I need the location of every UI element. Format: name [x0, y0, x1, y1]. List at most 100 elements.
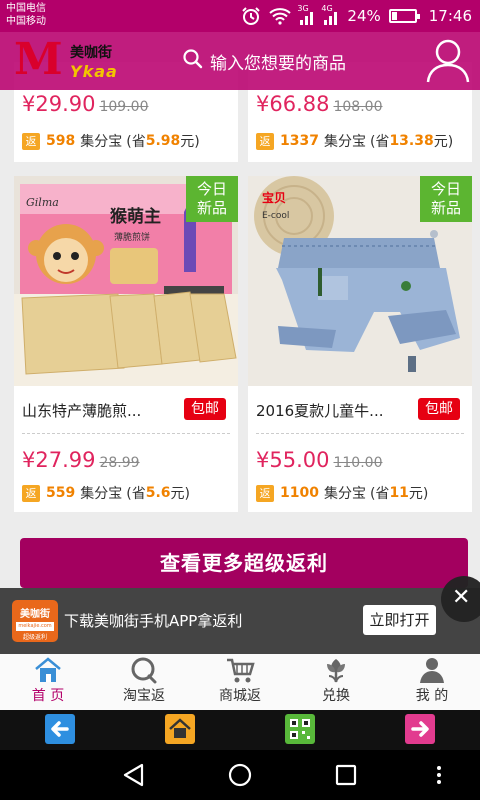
person-icon — [420, 658, 444, 683]
rebate-unit: 集分宝 — [323, 134, 366, 150]
app-logo-tag: 超级返利 — [22, 634, 47, 641]
tab-label: 商城返 — [219, 688, 261, 704]
qr-code-button[interactable] — [285, 714, 315, 744]
save-amount: 11 — [389, 485, 409, 501]
user-icon — [426, 39, 470, 83]
save-prefix: (省 — [126, 134, 146, 150]
tab-mall-rebate[interactable]: 商城返 — [192, 654, 288, 710]
app-logo: 美咖街 meikajie.com 超级返利 — [12, 600, 58, 642]
product-image: 宝贝 E-cool 今日 新品 — [248, 176, 472, 386]
svg-text:猴萌主: 猴萌主 — [110, 206, 161, 227]
rebate-points: 1337 — [280, 133, 319, 149]
left-arrow-icon — [51, 721, 69, 737]
tab-label: 兑换 — [322, 688, 350, 704]
menu-dots-icon[interactable] — [432, 762, 446, 788]
save-prefix: (省 — [369, 134, 390, 150]
rebate-badge: 返 — [256, 484, 274, 502]
app-logo-name: 美咖街 — [20, 609, 50, 620]
view-more-rebates-button[interactable]: 查看更多超级返利 — [20, 538, 468, 588]
save-amount: 5.98 — [145, 133, 181, 149]
rebate-points: 1100 — [280, 485, 319, 501]
rebate-unit: 集分宝 — [80, 134, 123, 150]
logo-letter: M — [14, 34, 63, 85]
logo[interactable]: M 美咖街 Ykaa — [14, 34, 134, 86]
save-amount: 5.6 — [145, 485, 171, 501]
flower-icon — [327, 659, 345, 683]
close-banner-button[interactable]: ✕ — [441, 576, 480, 622]
rebate-unit: 集分宝 — [323, 486, 366, 502]
open-app-button[interactable]: 立即打开 — [363, 605, 436, 635]
right-arrow-icon — [411, 721, 429, 737]
svg-text:E-cool: E-cool — [262, 211, 289, 221]
divider — [256, 433, 464, 434]
tab-home[interactable]: 首 页 — [0, 654, 96, 710]
home-circle-icon[interactable] — [226, 762, 254, 788]
wifi-icon — [269, 7, 292, 25]
tab-label: 淘宝返 — [123, 688, 165, 704]
product-card[interactable]: Gilma 猴萌主 薄脆煎饼 今日 新品 山东特产薄脆煎... 包邮 ¥27.9… — [14, 176, 238, 512]
new-product-badge: 今日 新品 — [186, 176, 238, 222]
search-placeholder: 输入您想要的商品 — [210, 53, 346, 74]
product-card[interactable]: 宝贝 E-cool 今日 新品 2016夏款儿童牛... 包邮 ¥55.00 11… — [248, 176, 472, 512]
screen: 中国电信 中国移动 3G 4G 24% 17:46 ¥29.90109.00 — [0, 0, 480, 800]
signal-1-icon: 3G — [297, 4, 315, 25]
status-icons: 3G 4G 24% 17:46 — [241, 4, 472, 27]
product-image: Gilma 猴萌主 薄脆煎饼 今日 新品 — [14, 176, 238, 386]
qr-code-icon — [290, 719, 310, 739]
save-prefix: (省 — [126, 486, 146, 502]
divider — [22, 433, 230, 434]
cart-icon — [227, 658, 255, 683]
save-suffix: 元) — [170, 486, 190, 502]
back-arrow-button[interactable] — [45, 714, 75, 744]
search-icon — [182, 48, 204, 74]
tab-mine[interactable]: 我 的 — [384, 654, 480, 710]
carrier-2: 中国移动 — [6, 16, 46, 27]
clock: 17:46 — [428, 7, 472, 25]
recents-square-icon[interactable] — [332, 762, 360, 788]
rebate-badge: 返 — [22, 132, 40, 150]
original-price: 109.00 — [99, 99, 149, 115]
save-suffix: 元) — [408, 486, 429, 502]
svg-text:薄脆煎饼: 薄脆煎饼 — [114, 231, 150, 243]
browser-toolbar — [0, 710, 480, 750]
back-triangle-icon[interactable] — [120, 762, 148, 788]
search-input[interactable]: 输入您想要的商品 — [182, 44, 418, 78]
banner-text: 下载美咖街手机APP拿返利 — [64, 612, 243, 630]
svg-text:宝贝: 宝贝 — [262, 190, 286, 205]
logo-english: Ykaa — [70, 62, 118, 81]
free-shipping-badge: 包邮 — [184, 398, 226, 420]
rebate-points: 598 — [46, 133, 76, 149]
close-icon: ✕ — [452, 585, 471, 610]
rebate-badge: 返 — [256, 132, 274, 150]
free-shipping-badge: 包邮 — [418, 398, 460, 420]
battery-percent: 24% — [347, 7, 381, 25]
rebate-info: 返 1100 集分宝 (省 11 元) — [256, 482, 428, 504]
new-product-badge: 今日 新品 — [420, 176, 472, 222]
save-amount: 13.38 — [389, 133, 434, 149]
price: ¥29.90 109.00 — [22, 92, 149, 116]
tab-taobao-rebate[interactable]: 淘宝返 — [96, 654, 192, 710]
alarm-icon — [241, 6, 261, 26]
rebate-info: 返 1337 集分宝 (省 13.38 元) — [256, 130, 453, 152]
home-icon — [35, 657, 61, 682]
brand-text: Gilma — [26, 196, 59, 209]
price: ¥66.88 108.00 — [256, 92, 383, 116]
app-logo-url: meikajie.com — [16, 622, 54, 631]
save-prefix: (省 — [369, 486, 390, 502]
rebate-info: 返 559 集分宝 (省 5.6 元) — [22, 482, 190, 504]
product-name[interactable]: 2016夏款儿童牛... — [256, 400, 406, 421]
battery-icon — [388, 9, 420, 23]
user-button[interactable] — [426, 38, 470, 84]
tab-label: 我 的 — [415, 688, 449, 704]
signal-2-icon: 4G — [321, 4, 339, 25]
product-name[interactable]: 山东特产薄脆煎... — [22, 400, 172, 421]
logo-chinese: 美咖街 — [70, 45, 112, 61]
taobao-icon — [131, 657, 157, 684]
original-price: 28.99 — [99, 455, 140, 471]
carrier-1: 中国电信 — [6, 3, 46, 14]
forward-arrow-button[interactable] — [405, 714, 435, 744]
original-price: 110.00 — [333, 455, 383, 471]
tab-exchange[interactable]: 兑换 — [288, 654, 384, 710]
rebate-points: 559 — [46, 485, 76, 501]
home-button[interactable] — [165, 714, 195, 744]
